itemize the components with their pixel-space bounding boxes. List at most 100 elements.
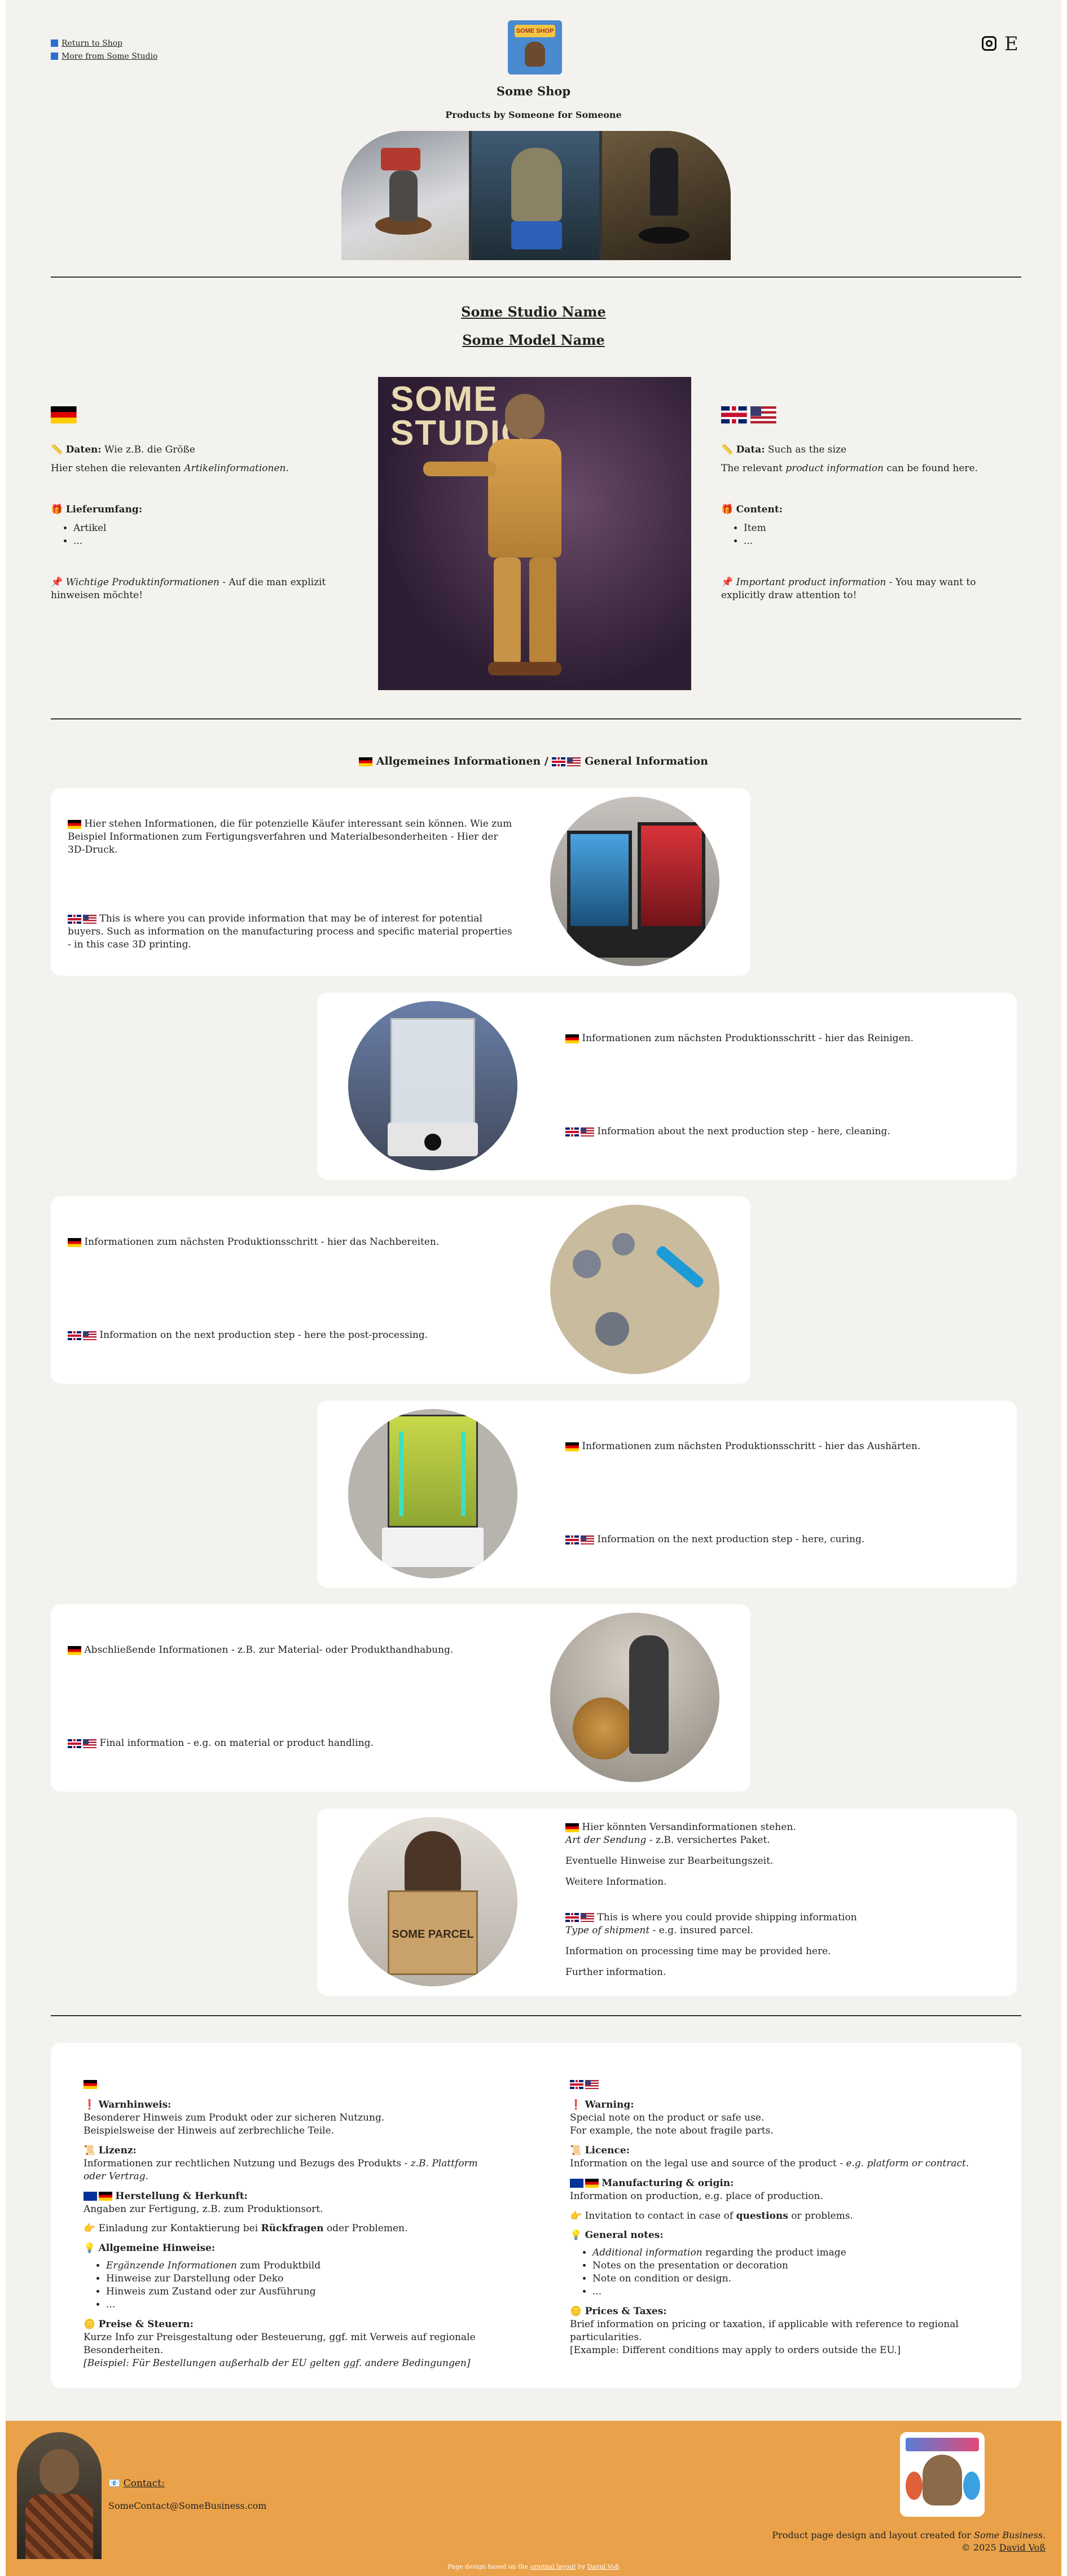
german-flag-icon <box>68 1645 81 1655</box>
german-flag-icon <box>68 1237 81 1247</box>
product-hero-image: SOME STUDIO <box>378 377 691 690</box>
notes-de: ❗ Warnhinweis: Besonderer Hinweis zum Pr… <box>84 2078 490 2370</box>
divider-3 <box>51 2015 1021 2016</box>
us-flag-icon <box>567 757 581 766</box>
footer-mascot-image <box>17 2432 102 2559</box>
content-item: ... <box>744 535 1015 548</box>
divider-2 <box>51 718 1021 719</box>
step-text-de: Informationen zum nächsten Produktionssc… <box>582 1033 914 1044</box>
info-card-cleaning: Informationen zum nächsten Produktionssc… <box>317 993 1017 1180</box>
banner-image-2 <box>472 131 599 260</box>
studio-name: Some Studio Name <box>461 304 606 320</box>
back-arrow-icon <box>51 40 58 47</box>
logo-text: SOME SHOP <box>515 25 555 37</box>
german-flag-icon <box>99 2192 112 2201</box>
step-text-en: Information on the next production step … <box>99 1329 428 1341</box>
divider-1 <box>51 277 1021 278</box>
info-card-shipping: SOME PARCEL Hier könnten Versandinformat… <box>317 1809 1017 1996</box>
ruler-icon: 📏 <box>51 444 63 455</box>
general-note-item: ... <box>592 2285 976 2298</box>
handling-image <box>550 1613 719 1782</box>
designer-link[interactable]: David Voß <box>587 2563 620 2570</box>
shop-logo[interactable]: SOME SHOP <box>508 20 562 74</box>
page: Return to Shop More from Some Studio SOM… <box>6 0 1061 2576</box>
header-image-banner <box>341 131 731 260</box>
curing-station-image <box>348 1409 517 1578</box>
shop-name: Some Shop <box>496 84 571 98</box>
postprocessing-image <box>550 1205 719 1374</box>
banner-image-3 <box>602 131 731 260</box>
figure-head <box>505 394 545 439</box>
hand-icon: 👉 <box>570 2210 582 2222</box>
original-layout-link[interactable]: original layout <box>530 2563 576 2570</box>
info-icon: 💡 <box>84 2243 96 2254</box>
uk-flag-icon <box>721 406 747 423</box>
ruler-icon: 📏 <box>721 444 734 455</box>
uk-flag-icon <box>552 757 566 766</box>
general-note-item: Note on condition or design. <box>592 2272 976 2285</box>
us-flag-icon <box>581 1913 594 1923</box>
us-flag-icon <box>83 1739 96 1748</box>
footer-bottom-note: Page design based on the original layout… <box>447 2563 620 2570</box>
washing-station-image <box>348 1001 517 1170</box>
etsy-icon[interactable]: E <box>1004 32 1018 58</box>
content-item: Artikel <box>73 522 333 535</box>
us-flag-icon <box>83 914 96 924</box>
uk-flag-icon <box>565 1127 579 1136</box>
footer-contact[interactable]: 📧 Contact: <box>108 2477 165 2490</box>
contact-email[interactable]: SomeContact@SomeBusiness.com <box>108 2500 266 2512</box>
coin-icon: 🪙 <box>570 2306 582 2318</box>
german-flag-icon <box>565 1442 579 1451</box>
general-note-item: ... <box>106 2298 490 2311</box>
author-link[interactable]: David Voß <box>999 2542 1046 2553</box>
info-card-curing: Informationen zum nächsten Produktionssc… <box>317 1401 1017 1588</box>
us-flag-icon <box>83 1331 96 1340</box>
licence-icon: 📜 <box>570 2144 582 2156</box>
uk-flag-icon <box>565 1913 579 1923</box>
footer: 📧 Contact: SomeContact@SomeBusiness.com … <box>6 2421 1061 2576</box>
warning-icon: ❗ <box>570 2099 582 2110</box>
logo-mascot-icon <box>525 42 545 67</box>
parcel-image: SOME PARCEL <box>348 1817 517 1986</box>
warning-icon: ❗ <box>84 2099 96 2110</box>
general-note-item: Notes on the presentation or decoration <box>592 2259 976 2272</box>
info-card-handling: Abschließende Informationen - z.B. zur M… <box>51 1604 750 1792</box>
uk-flag-icon <box>565 1535 579 1544</box>
figure-leg-left <box>494 558 521 665</box>
us-flag-icon <box>750 406 776 423</box>
step-text-en: Information on the next production step … <box>597 1534 865 1545</box>
store-icon <box>51 52 58 60</box>
shipping-text: Hier könnten Versandinformationen stehen… <box>565 1822 857 1978</box>
step-text-de: Informationen zum nächsten Produktionssc… <box>84 1236 440 1248</box>
info-card-postprocessing: Informationen zum nächsten Produktionssc… <box>51 1196 750 1384</box>
us-flag-icon <box>581 1535 594 1544</box>
instagram-icon[interactable] <box>982 36 996 51</box>
return-to-shop-link[interactable]: Return to Shop <box>51 38 157 49</box>
package-icon: 🎁 <box>721 503 734 515</box>
step-text-de: Hier stehen Informationen, die für poten… <box>68 818 512 855</box>
uk-flag-icon <box>68 914 81 924</box>
figure-shoes <box>488 662 561 675</box>
eu-flag-icon <box>84 2192 97 2201</box>
german-flag-icon <box>359 757 373 766</box>
step-text-de: Informationen zum nächsten Produktionssc… <box>582 1441 921 1452</box>
uk-flag-icon <box>68 1739 81 1748</box>
german-flag-icon <box>68 819 81 829</box>
figure-leg-right <box>529 558 556 665</box>
model-name: Some Model Name <box>462 332 605 348</box>
eu-flag-icon <box>570 2179 583 2188</box>
german-flag-icon <box>51 406 77 423</box>
german-flag-icon <box>585 2179 599 2188</box>
us-flag-icon <box>581 1127 594 1136</box>
product-info-de: 📏 Daten: Wie z.B. die Größe Hier stehen … <box>51 404 333 602</box>
uk-flag-icon <box>570 2079 583 2089</box>
figure-body <box>488 439 561 558</box>
german-flag-icon <box>565 1034 579 1043</box>
general-note-item: Additional information regarding the pro… <box>592 2246 976 2259</box>
mail-icon: 📧 <box>108 2478 121 2489</box>
general-note-item: Hinweis zum Zustand oder zur Ausführung <box>106 2285 490 2298</box>
german-flag-icon <box>565 1823 579 1832</box>
footer-logo-image <box>900 2432 985 2517</box>
notes-en: ❗ Warning: Special note on the product o… <box>570 2078 976 2357</box>
more-from-studio-link[interactable]: More from Some Studio <box>51 51 157 62</box>
